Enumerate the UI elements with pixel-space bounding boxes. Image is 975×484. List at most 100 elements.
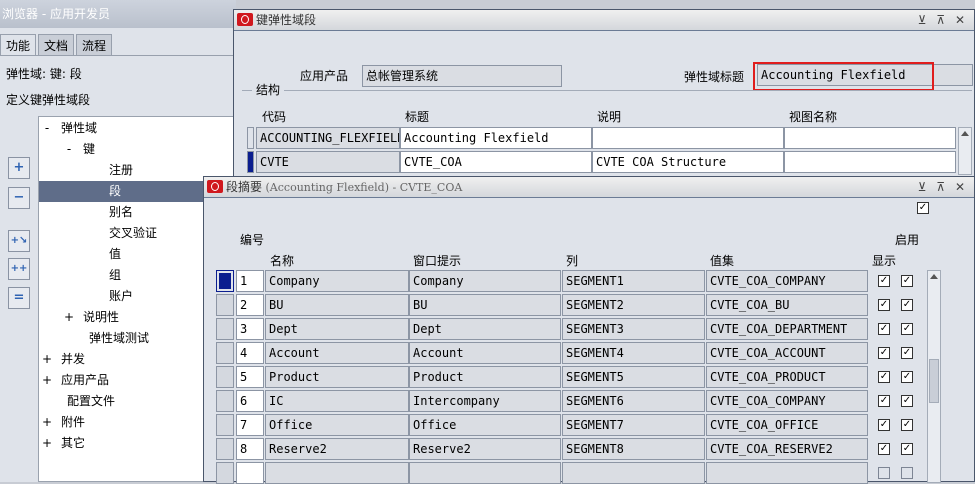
segment-num-cell[interactable]: [236, 462, 264, 484]
segment-vset-cell[interactable]: CVTE_COA_DEPARTMENT: [706, 318, 868, 340]
record-indicator[interactable]: [216, 294, 234, 316]
display-checkbox[interactable]: ✓: [878, 371, 890, 383]
segment-vset-cell[interactable]: CVTE_COA_COMPANY: [706, 390, 868, 412]
current-record-indicator[interactable]: [216, 270, 234, 292]
expand-node-icon[interactable]: +: [41, 433, 53, 454]
segment-prompt-cell[interactable]: Product: [409, 366, 561, 388]
scroll-thumb[interactable]: [929, 359, 939, 403]
structure-code-cell[interactable]: CVTE: [256, 151, 400, 173]
scroll-up-icon[interactable]: [961, 131, 969, 136]
display-checkbox[interactable]: ✓: [878, 395, 890, 407]
structure-view-cell[interactable]: [784, 151, 956, 173]
record-indicator[interactable]: [216, 390, 234, 412]
display-checkbox[interactable]: ✓: [878, 419, 890, 431]
segment-prompt-cell[interactable]: Office: [409, 414, 561, 436]
record-indicator[interactable]: [216, 438, 234, 460]
enabled-checkbox[interactable]: ✓: [901, 395, 913, 407]
record-indicator[interactable]: [216, 318, 234, 340]
segment-prompt-cell[interactable]: BU: [409, 294, 561, 316]
window-controls-icon[interactable]: ⊻ ⊼ ✕: [918, 10, 968, 30]
record-indicator[interactable]: [216, 342, 234, 364]
segment-name-cell[interactable]: Dept: [265, 318, 409, 340]
scroll-up-icon[interactable]: [930, 274, 938, 279]
segment-name-cell[interactable]: Account: [265, 342, 409, 364]
app-product-field[interactable]: 总帐管理系统: [362, 65, 562, 87]
segment-num-cell[interactable]: 3: [236, 318, 264, 340]
tab-processes[interactable]: 流程: [76, 34, 113, 56]
segment-vset-cell[interactable]: CVTE_COA_PRODUCT: [706, 366, 868, 388]
display-checkbox[interactable]: ✓: [878, 347, 890, 359]
enabled-checkbox[interactable]: ✓: [901, 419, 913, 431]
window-controls-icon[interactable]: ⊻ ⊼ ✕: [918, 177, 968, 197]
expand-node-icon[interactable]: +: [41, 370, 53, 391]
expand-button[interactable]: +: [8, 157, 30, 179]
enabled-checkbox[interactable]: ✓: [901, 323, 913, 335]
collapse-node-icon[interactable]: -: [63, 139, 75, 160]
segment-num-cell[interactable]: 2: [236, 294, 264, 316]
expand-node-icon[interactable]: +: [41, 412, 53, 433]
structure-scrollbar[interactable]: [958, 127, 972, 175]
segment-prompt-cell[interactable]: Intercompany: [409, 390, 561, 412]
display-checkbox[interactable]: ✓: [878, 275, 890, 287]
expand-node-icon[interactable]: +: [41, 349, 53, 370]
segment-vset-cell[interactable]: [706, 462, 868, 484]
record-indicator[interactable]: [216, 462, 234, 484]
enabled-checkbox[interactable]: ✓: [901, 347, 913, 359]
segment-col-cell[interactable]: SEGMENT7: [562, 414, 705, 436]
segment-name-cell[interactable]: Reserve2: [265, 438, 409, 460]
record-indicator[interactable]: [216, 414, 234, 436]
segment-col-cell[interactable]: SEGMENT5: [562, 366, 705, 388]
structure-desc-cell[interactable]: CVTE COA Structure: [592, 151, 784, 173]
segment-vset-cell[interactable]: CVTE_COA_ACCOUNT: [706, 342, 868, 364]
expand-branch-button[interactable]: +↘: [8, 230, 30, 252]
segment-num-cell[interactable]: 8: [236, 438, 264, 460]
segment-name-cell[interactable]: [265, 462, 409, 484]
segment-col-cell[interactable]: SEGMENT8: [562, 438, 705, 460]
enabled-checkbox[interactable]: ✓: [901, 443, 913, 455]
structure-view-cell[interactable]: [784, 127, 956, 149]
expand-node-icon[interactable]: +: [63, 307, 75, 328]
collapse-node-icon[interactable]: -: [41, 118, 53, 139]
segment-num-cell[interactable]: 6: [236, 390, 264, 412]
collapse-button[interactable]: −: [8, 187, 30, 209]
segment-prompt-cell[interactable]: Account: [409, 342, 561, 364]
record-indicator[interactable]: [247, 127, 254, 149]
segment-num-cell[interactable]: 7: [236, 414, 264, 436]
segment-num-cell[interactable]: 5: [236, 366, 264, 388]
display-checkbox[interactable]: ✓: [878, 299, 890, 311]
collapse-all-button[interactable]: =: [8, 287, 30, 309]
segment-col-cell[interactable]: SEGMENT4: [562, 342, 705, 364]
tab-documents[interactable]: 文档: [38, 34, 75, 56]
current-record-indicator[interactable]: [247, 151, 254, 173]
segment-vset-cell[interactable]: CVTE_COA_BU: [706, 294, 868, 316]
segment-scrollbar[interactable]: [927, 270, 941, 483]
segment-num-cell[interactable]: 1: [236, 270, 264, 292]
segment-name-cell[interactable]: Product: [265, 366, 409, 388]
structure-desc-cell[interactable]: [592, 127, 784, 149]
segment-prompt-cell[interactable]: Dept: [409, 318, 561, 340]
structure-title-cell[interactable]: Accounting Flexfield: [400, 127, 592, 149]
enabled-checkbox[interactable]: ✓: [901, 371, 913, 383]
segment-col-cell[interactable]: SEGMENT2: [562, 294, 705, 316]
segment-prompt-cell[interactable]: Company: [409, 270, 561, 292]
enabled-checkbox[interactable]: [901, 467, 913, 479]
enabled-checkbox[interactable]: ✓: [901, 275, 913, 287]
enabled-checkbox[interactable]: ✓: [901, 299, 913, 311]
structure-title-cell[interactable]: CVTE_COA: [400, 151, 592, 173]
segment-prompt-cell[interactable]: Reserve2: [409, 438, 561, 460]
segment-vset-cell[interactable]: CVTE_COA_RESERVE2: [706, 438, 868, 460]
display-checkbox[interactable]: ✓: [878, 323, 890, 335]
segment-prompt-cell[interactable]: [409, 462, 561, 484]
segment-col-cell[interactable]: SEGMENT3: [562, 318, 705, 340]
segment-name-cell[interactable]: BU: [265, 294, 409, 316]
segment-name-cell[interactable]: IC: [265, 390, 409, 412]
display-checkbox[interactable]: [878, 467, 890, 479]
expand-all-button[interactable]: ++: [8, 258, 30, 280]
segment-name-cell[interactable]: Office: [265, 414, 409, 436]
segment-vset-cell[interactable]: CVTE_COA_OFFICE: [706, 414, 868, 436]
freeze-checkbox[interactable]: ✓: [917, 202, 929, 214]
segment-num-cell[interactable]: 4: [236, 342, 264, 364]
segment-vset-cell[interactable]: CVTE_COA_COMPANY: [706, 270, 868, 292]
segment-col-cell[interactable]: SEGMENT6: [562, 390, 705, 412]
structure-code-cell[interactable]: ACCOUNTING_FLEXFIELD: [256, 127, 400, 149]
